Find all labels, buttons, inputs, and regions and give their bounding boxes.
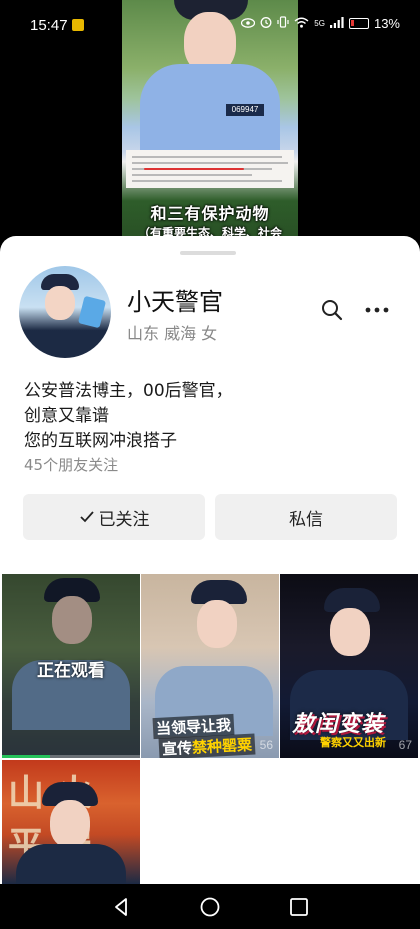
status-bar: 15:47 5G 13% [0, 0, 420, 52]
followers-count[interactable]: 45个朋友关注 [24, 454, 118, 475]
red-underline [144, 168, 244, 170]
back-icon[interactable] [108, 894, 134, 920]
signal-icon [329, 16, 344, 31]
vibrate-icon [277, 16, 289, 31]
bio-line-3: 您的互联网冲浪搭子 [24, 431, 177, 451]
video-caption-line1: 和三有保护动物 [150, 204, 270, 223]
followed-button[interactable]: 已关注 [23, 494, 205, 540]
grid-video-2[interactable]: 当领导让我 宣传禁种罂粟 56 [141, 574, 279, 758]
grid-caption-sub: 警察又又出新 [320, 736, 386, 749]
network-type: 5G [314, 19, 325, 28]
more-options-icon[interactable] [364, 298, 390, 322]
now-watching-label: 正在观看 [37, 661, 105, 681]
search-icon[interactable] [320, 298, 344, 322]
followed-label: 已关注 [98, 509, 150, 530]
battery-icon [348, 18, 369, 29]
notification-icon [72, 19, 84, 31]
battery-percent: 13% [373, 16, 400, 31]
watch-progress-bar [2, 755, 140, 758]
message-button[interactable]: 私信 [215, 494, 397, 540]
message-label: 私信 [289, 509, 323, 530]
video-grid: 正在观看 当领导让我 宣传禁种罂粟 56 敖闰变装 警察又又出新 67 山火 平… [0, 574, 420, 884]
bio-line-1: 公安普法博主，00后警官， [24, 381, 233, 401]
bio-line-2: 创意又靠谱 [24, 406, 109, 426]
view-count: 56 [259, 738, 273, 752]
check-icon [79, 511, 94, 523]
alarm-icon [260, 16, 272, 31]
wifi-icon [294, 17, 309, 31]
navigation-bar [0, 884, 420, 929]
profile-sheet: 小天警官 山东 威海 女 公安普法博主，00后警官， 创意又靠谱 您的互联网冲浪… [0, 236, 420, 574]
police-badge: 069947 [226, 104, 264, 116]
profile-name: 小天警官 [127, 288, 223, 316]
grid-video-1[interactable]: 正在观看 [2, 574, 140, 758]
eye-icon [241, 17, 256, 31]
drag-handle[interactable] [180, 251, 236, 255]
status-time: 15:47 [30, 17, 68, 34]
view-count: 67 [398, 738, 412, 752]
grid-video-4[interactable]: 山火 平安 [2, 760, 140, 884]
home-icon[interactable] [197, 894, 223, 920]
grid-caption-line2: 宣传禁种罂粟 [158, 733, 256, 758]
profile-location: 山东 威海 女 [127, 324, 218, 343]
avatar[interactable] [19, 266, 111, 358]
recents-icon[interactable] [286, 894, 312, 920]
status-icons: 5G 13% [241, 16, 400, 31]
grid-video-3[interactable]: 敖闰变装 警察又又出新 67 [280, 574, 418, 758]
